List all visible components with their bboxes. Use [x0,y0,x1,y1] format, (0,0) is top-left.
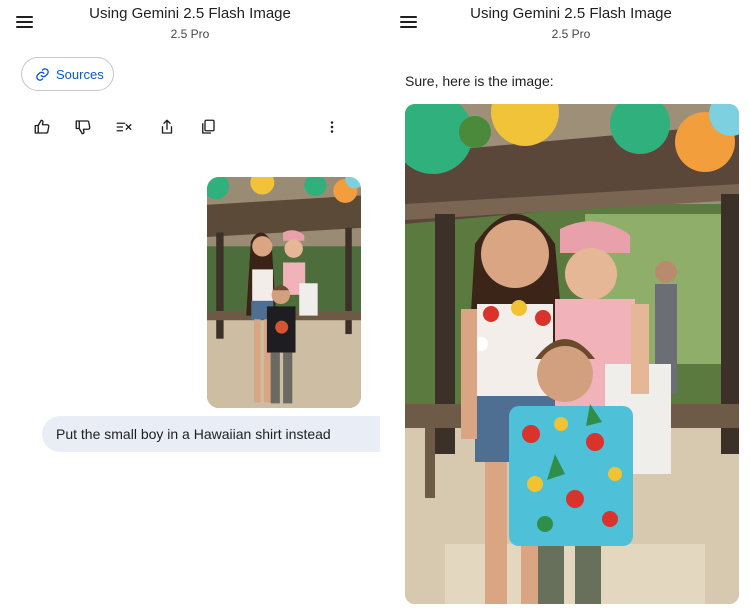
user-prompt-bubble: Put the small boy in a Hawaiian shirt in… [42,416,380,452]
chat-screen-left: Using Gemini 2.5 Flash Image 2.5 Pro Sou… [0,0,380,610]
sources-button[interactable]: Sources [21,57,114,91]
share-icon[interactable] [158,118,176,136]
menu-icon[interactable] [15,14,35,30]
model-label: 2.5 Pro [551,27,591,41]
more-options-icon[interactable] [323,118,341,136]
link-icon [36,67,49,81]
thumbs-up-icon[interactable] [33,118,51,136]
response-actions [33,118,343,138]
chat-screen-right: Using Gemini 2.5 Flash Image 2.5 Pro Sur… [380,0,750,610]
chat-title: Using Gemini 2.5 Flash Image [470,5,672,22]
model-reply-text: Sure, here is the image: [405,73,554,89]
copy-icon[interactable] [199,118,217,136]
chat-title: Using Gemini 2.5 Flash Image [89,5,291,22]
modify-response-icon[interactable] [115,118,133,136]
menu-icon[interactable] [399,14,419,30]
uploaded-photo[interactable] [207,177,361,408]
thumbs-down-icon[interactable] [74,118,92,136]
sources-label: Sources [56,66,104,82]
model-label: 2.5 Pro [170,27,210,41]
generated-image[interactable] [405,104,739,604]
